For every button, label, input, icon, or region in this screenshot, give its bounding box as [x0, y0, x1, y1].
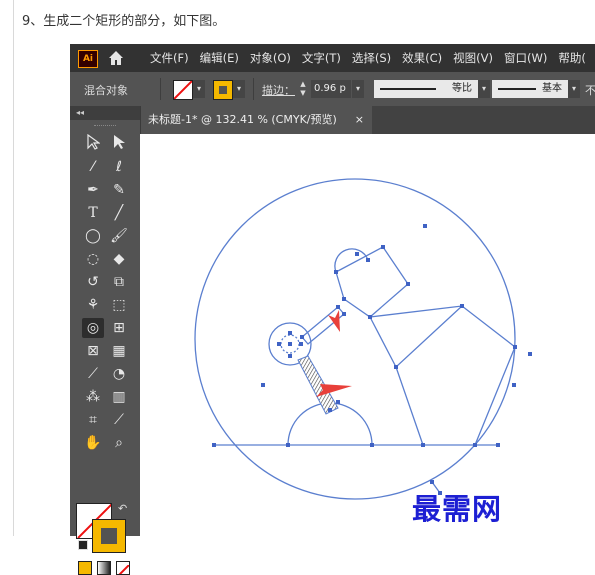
none-mode-icon[interactable] — [116, 561, 130, 575]
artboard-canvas[interactable] — [140, 134, 595, 536]
stroke-weight-dropdown[interactable]: ▾ — [352, 80, 364, 98]
panel-grip[interactable] — [94, 125, 116, 128]
curvature-tool-icon[interactable]: ✎ — [108, 180, 130, 200]
shade-leg-left — [395, 366, 424, 446]
eraser-tool-icon[interactable]: ◆ — [108, 249, 130, 269]
illustrator-window: Ai 文件(F) 编辑(E) 对象(O) 文字(T) 选择(S) 效果(C) 视图(V) 窗口… — [70, 44, 595, 575]
lamp-head-frame — [369, 305, 516, 348]
document-tab-bar: 未标题-1* @ 132.41 % (CMYK/预览) × — [140, 106, 595, 134]
warp-tool-icon[interactable]: ⚘ — [82, 295, 104, 315]
direct-selection-tool-icon[interactable] — [108, 134, 130, 154]
pen-tool-icon[interactable]: ✒ — [82, 180, 104, 200]
variable-width-profile[interactable]: 等比 — [374, 80, 478, 98]
scale-tool-icon[interactable]: ⧉ — [108, 272, 130, 292]
swap-fill-stroke-icon[interactable]: ↶ — [118, 502, 127, 515]
fill-dropdown[interactable]: ▾ — [193, 80, 205, 98]
collapse-icon[interactable]: ◂◂ — [76, 106, 84, 120]
symbol-sprayer-tool-icon[interactable]: ⁂ — [82, 387, 104, 407]
shade-leg-right — [474, 346, 516, 446]
small-arc — [334, 248, 369, 273]
document-tab[interactable]: 未标题-1* @ 132.41 % (CMYK/预览) × — [140, 106, 372, 134]
menu-item[interactable]: 选择(S) — [352, 44, 391, 72]
outer-circle — [194, 178, 516, 500]
stroke-stepper[interactable]: ▲ ▼ — [298, 80, 308, 98]
menu-item[interactable]: 编辑(E) — [200, 44, 239, 72]
stroke-color-box[interactable] — [92, 519, 126, 553]
stroke-dropdown[interactable]: ▾ — [233, 80, 245, 98]
divider — [253, 78, 254, 100]
column-graph-tool-icon[interactable]: ▥ — [108, 387, 130, 407]
zoom-tool-icon[interactable]: ⌕ — [108, 433, 130, 453]
tools-panel: ◂◂ ⁄ ℓ ✒ ✎ T ╱ ◯ 🖌 ◌ ◆ ↺ ⧉ ⚘ ⬚ ◎ ⊞ ⊠ ▦ ⟋… — [70, 106, 141, 575]
selection-type-label: 混合对象 — [84, 84, 128, 97]
tools-panel-header: ◂◂ — [70, 106, 140, 120]
step-caption: 9、生成二个矩形的部分，如下图。 — [22, 14, 226, 29]
site-watermark: 最需网 — [412, 492, 503, 526]
opacity-label: 不 — [585, 84, 595, 97]
menu-item[interactable]: 对象(O) — [250, 44, 291, 72]
brush-dropdown[interactable]: ▾ — [568, 80, 580, 98]
profile-dropdown[interactable]: ▾ — [478, 80, 490, 98]
paintbrush-tool-icon[interactable]: 🖌 — [108, 226, 130, 246]
selection-tool-icon[interactable] — [82, 133, 104, 154]
app-logo: Ai — [78, 50, 98, 68]
menu-item[interactable]: 文件(F) — [150, 44, 189, 72]
blend-tool-icon[interactable]: ◔ — [108, 364, 130, 384]
stroke-label[interactable]: 描边： — [262, 82, 295, 98]
fill-swatch[interactable] — [173, 80, 193, 100]
magic-wand-tool-icon[interactable]: ⁄ — [82, 157, 104, 177]
rotate-tool-icon[interactable]: ↺ — [82, 272, 104, 292]
menu-item[interactable]: 视图(V) — [453, 44, 493, 72]
artboard-tool-icon[interactable]: ⌗ — [82, 410, 104, 430]
eyedropper-tool-icon[interactable]: ⟋ — [82, 364, 104, 384]
perspective-grid-tool-icon[interactable]: ⊞ — [108, 318, 130, 338]
default-colors-icon[interactable] — [78, 540, 88, 550]
line-tool-icon[interactable]: ╱ — [108, 203, 130, 223]
stroke-swatch[interactable] — [213, 80, 233, 100]
menu-item[interactable]: 帮助( — [558, 44, 586, 72]
divider — [160, 78, 161, 100]
close-tab-icon[interactable]: × — [355, 106, 364, 134]
brush-definition[interactable]: 基本 — [492, 80, 568, 98]
color-mode-icon[interactable] — [78, 561, 92, 575]
home-icon[interactable] — [106, 48, 126, 68]
menu-item[interactable]: 效果(C) — [402, 44, 442, 72]
menu-item[interactable]: 文字(T) — [302, 44, 341, 72]
artwork[interactable] — [140, 134, 595, 536]
free-transform-tool-icon[interactable]: ⬚ — [108, 295, 130, 315]
slice-tool-icon[interactable]: ⟋ — [108, 410, 130, 430]
ellipse-tool-icon[interactable]: ◯ — [82, 226, 104, 246]
hand-tool-icon[interactable]: ✋ — [82, 433, 104, 453]
lamp-head-top — [335, 246, 409, 318]
shape-builder-tool-icon[interactable]: ◎ — [82, 318, 104, 338]
gradient-mode-icon[interactable] — [97, 561, 111, 575]
stroke-weight-input[interactable]: 0.96 p — [311, 80, 351, 98]
control-bar: 混合对象 ▾ ▾ 描边： ▲ ▼ 0.96 p ▾ 等比 ▾ 基本 ▾ 不 — [70, 72, 595, 107]
content-border — [13, 0, 14, 536]
type-tool-icon[interactable]: T — [82, 203, 104, 223]
lasso-tool-icon[interactable]: ℓ — [108, 157, 130, 177]
menu-items: 文件(F) 编辑(E) 对象(O) 文字(T) 选择(S) 效果(C) 视图(V) 窗口(W)… — [150, 44, 595, 72]
gradient-tool-icon[interactable]: ▦ — [108, 341, 130, 361]
menu-item[interactable]: 窗口(W) — [504, 44, 547, 72]
menu-bar: Ai 文件(F) 编辑(E) 对象(O) 文字(T) 选择(S) 效果(C) 视图(V) 窗口… — [70, 44, 595, 72]
shaper-tool-icon[interactable]: ◌ — [82, 249, 104, 269]
mesh-tool-icon[interactable]: ⊠ — [82, 341, 104, 361]
